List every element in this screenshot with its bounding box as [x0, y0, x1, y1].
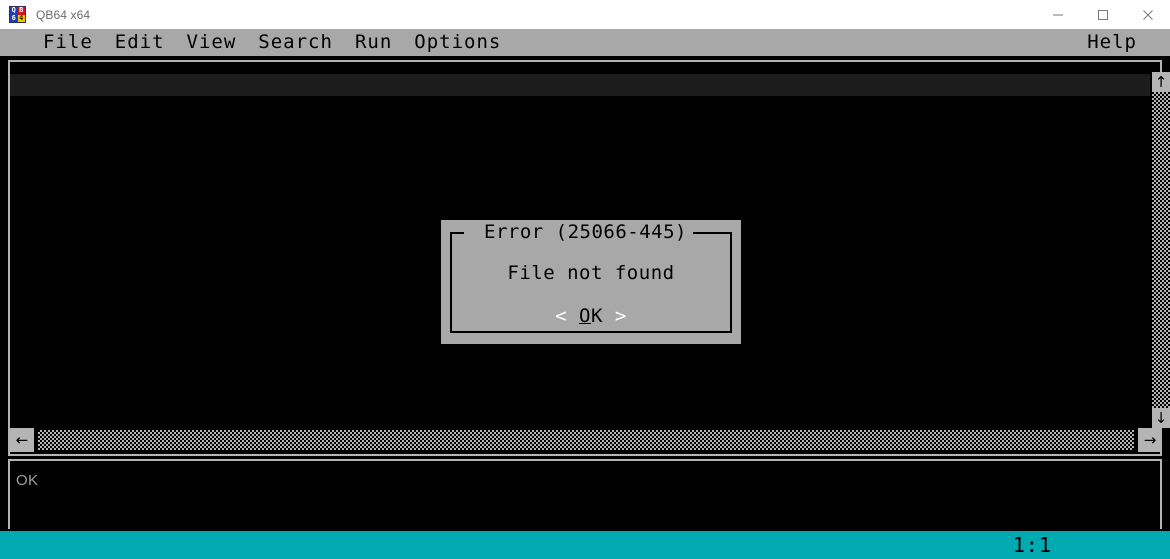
error-dialog-message: File not found	[507, 262, 675, 284]
code-editor-tabstrip	[10, 74, 1150, 96]
qb64-application-window: Q B 6 4 QB64 x64 File Edit View Search R…	[0, 0, 1170, 559]
window-titlebar: Q B 6 4 QB64 x64	[0, 0, 1170, 29]
ok-button-rest-char: K	[591, 305, 603, 327]
error-dialog: Error (25066-445) File not found < OK >	[441, 220, 741, 344]
scroll-left-button[interactable]: ←	[10, 428, 34, 452]
ok-button-left-bracket: <	[555, 305, 568, 327]
qb64-app-icon: Q B 6 4	[9, 6, 26, 23]
menu-item-run[interactable]: Run	[344, 29, 403, 56]
ok-button-accel-char: O	[579, 305, 591, 327]
output-panel-text[interactable]: OK	[16, 472, 38, 489]
menu-item-file[interactable]: File	[32, 29, 104, 56]
window-controls	[1035, 0, 1170, 29]
editor-horizontal-scrollbar[interactable]: ← →	[10, 428, 1162, 452]
scroll-down-button[interactable]: ↓	[1152, 408, 1170, 428]
minimize-icon	[1052, 14, 1063, 15]
dialog-border-bottom	[450, 331, 732, 333]
menu-item-edit[interactable]: Edit	[104, 29, 176, 56]
chevron-left-icon: ←	[15, 430, 29, 449]
statusbar: 1:1	[0, 531, 1170, 559]
minimize-button[interactable]	[1035, 0, 1080, 29]
output-panel-frame	[8, 459, 1162, 529]
maximize-icon	[1097, 9, 1108, 20]
scroll-right-button[interactable]: →	[1138, 428, 1162, 452]
editor-vertical-scrollbar[interactable]: ↑ ↓	[1152, 72, 1170, 428]
window-title: QB64 x64	[36, 7, 91, 22]
menu-item-options[interactable]: Options	[403, 29, 512, 56]
menu-item-help[interactable]: Help	[1076, 29, 1148, 56]
error-dialog-ok-button[interactable]: < OK >	[450, 305, 732, 327]
error-dialog-frame: Error (25066-445) File not found < OK >	[450, 223, 732, 333]
ok-button-right-bracket: >	[614, 305, 627, 327]
scroll-up-button[interactable]: ↑	[1152, 72, 1170, 92]
menubar: File Edit View Search Run Options Help	[0, 29, 1170, 56]
cursor-position-indicator: 1:1	[1012, 533, 1052, 557]
close-icon	[1142, 9, 1153, 20]
chevron-up-icon: ↑	[1154, 72, 1168, 91]
horizontal-scroll-track[interactable]	[38, 430, 1134, 450]
chevron-right-icon: →	[1143, 430, 1157, 449]
ok-button-gap1	[567, 305, 579, 327]
close-button[interactable]	[1125, 0, 1170, 29]
menu-item-view[interactable]: View	[176, 29, 248, 56]
dialog-border-top-left	[450, 232, 464, 234]
chevron-down-icon: ↓	[1154, 408, 1168, 427]
ok-button-gap2	[603, 305, 615, 327]
maximize-button[interactable]	[1080, 0, 1125, 29]
vertical-scroll-track[interactable]	[1152, 92, 1170, 408]
error-dialog-title: Error (25066-445)	[478, 223, 693, 242]
app-icon-quadrant-6: 6	[10, 13, 18, 22]
app-icon-quadrant-4: 4	[17, 13, 25, 22]
menu-item-search[interactable]: Search	[247, 29, 344, 56]
